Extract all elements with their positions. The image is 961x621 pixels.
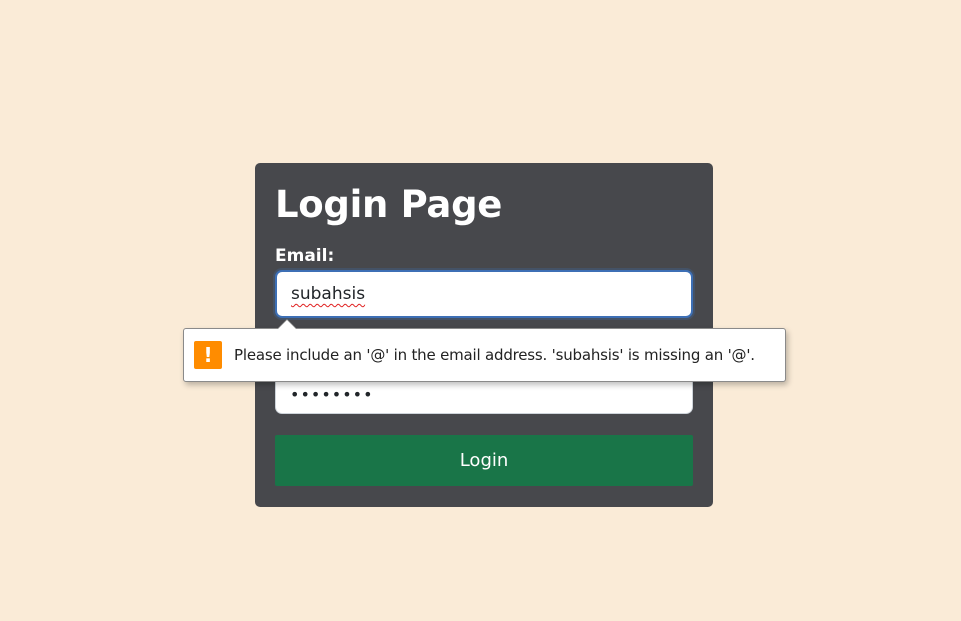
email-label: Email: <box>275 246 335 266</box>
email-field[interactable]: subahsis <box>275 270 693 318</box>
email-value: subahsis <box>291 284 366 304</box>
warning-icon: ! <box>194 341 222 369</box>
tooltip-arrow-inner <box>278 320 296 329</box>
page-title: Login Page <box>275 183 503 226</box>
login-button[interactable]: Login <box>275 435 693 486</box>
validation-message: Please include an '@' in the email addre… <box>234 346 755 364</box>
validation-tooltip: ! Please include an '@' in the email add… <box>183 319 786 382</box>
password-value: •••••••• <box>290 385 374 404</box>
